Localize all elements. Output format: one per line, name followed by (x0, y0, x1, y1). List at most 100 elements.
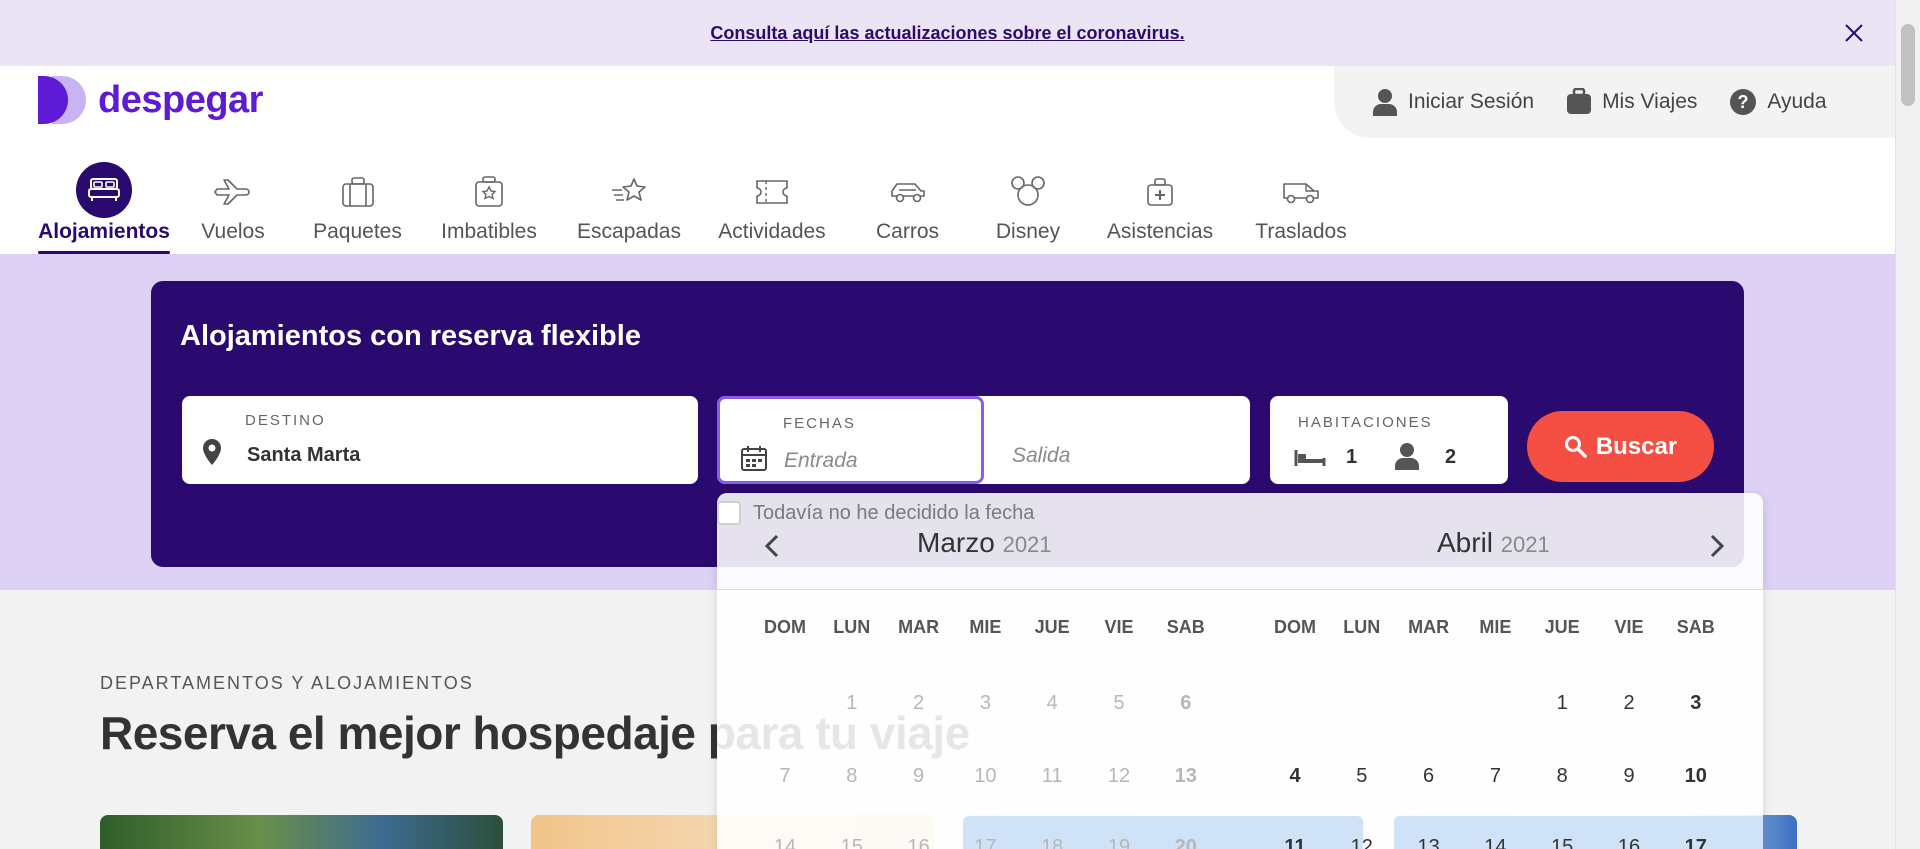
calendar-day[interactable]: 2 (1599, 692, 1659, 715)
checkout-input[interactable]: Salida (1012, 444, 1070, 468)
guests-count: 2 (1445, 446, 1457, 468)
tab-traslados[interactable]: Traslados (1234, 158, 1368, 254)
calendar-day[interactable]: 13 (1399, 836, 1459, 849)
active-tab-circle (76, 162, 132, 218)
calendar-day: 12 (1107, 765, 1131, 787)
calendar-day[interactable]: 5 (1332, 765, 1392, 788)
car-icon (890, 183, 925, 203)
search-button[interactable]: Buscar (1527, 411, 1714, 482)
section-kicker: DEPARTAMENTOS Y ALOJAMIENTOS (100, 673, 474, 693)
tab-escapadas[interactable]: Escapadas (559, 158, 699, 254)
help-icon: ? (1730, 89, 1757, 115)
calendar-day: 14 (773, 836, 797, 849)
chevron-right-icon[interactable] (1702, 531, 1732, 561)
calendar-day[interactable]: 17 (1666, 836, 1726, 849)
calendar-day: 15 (840, 836, 863, 849)
search-button-label: Buscar (1595, 432, 1678, 460)
tab-label: Escapadas (577, 220, 681, 243)
weekday-header: MAR (898, 617, 940, 637)
tab-label: Vuelos (201, 220, 265, 243)
weekday-header: DOM (764, 617, 806, 637)
tab-asistencias[interactable]: Asistencias (1086, 158, 1234, 254)
calendar-day: 5 (1113, 692, 1125, 714)
tab-carros[interactable]: Carros (845, 158, 970, 254)
month-title-2: Abril 2021 (1437, 527, 1550, 559)
calendar-day: 4 (1046, 692, 1058, 714)
dates-label: FECHAS (783, 415, 856, 432)
logo-text: despegar (98, 78, 263, 121)
calendar-day[interactable]: 6 (1399, 765, 1459, 788)
tab-vuelos[interactable]: Vuelos (170, 158, 296, 254)
help-link[interactable]: ? Ayuda (1729, 88, 1827, 116)
calendar-day: 13 (1174, 765, 1197, 787)
luggage-icon (1567, 88, 1592, 114)
my-trips-link[interactable]: Mis Viajes (1566, 88, 1697, 116)
weekday-header: JUE (1034, 617, 1070, 637)
property-card-image[interactable] (100, 815, 503, 849)
checkin-input[interactable]: FECHAS Entrada (717, 396, 984, 484)
page-scrollbar[interactable] (1895, 0, 1920, 849)
dates-field: FECHAS Entrada Salida (717, 396, 1250, 484)
tab-imbatibles[interactable]: Imbatibles (419, 158, 559, 254)
undecided-checkbox[interactable] (717, 501, 741, 525)
calendar-day: 17 (974, 836, 997, 849)
calendar-day: 3 (979, 692, 991, 714)
calendar-day[interactable]: 9 (1599, 765, 1659, 788)
weekday-header: DOM (1274, 617, 1316, 637)
search-icon (1564, 435, 1587, 458)
calendar-day[interactable]: 10 (1666, 765, 1726, 788)
calendar-day[interactable]: 1 (1532, 692, 1592, 715)
month-title-1: Marzo 2021 (917, 527, 1052, 559)
tab-disney[interactable]: Disney (970, 158, 1086, 254)
scrollbar-thumb[interactable] (1901, 24, 1915, 106)
checkin-placeholder: Entrada (784, 449, 858, 472)
close-icon[interactable] (1841, 20, 1867, 46)
coronavirus-updates-link[interactable]: Consulta aquí las actualizaciones sobre … (710, 23, 1184, 44)
undecided-label: Todavía no he decidido la fecha (753, 501, 1035, 524)
month-name: Abril (1437, 527, 1494, 558)
destination-field[interactable]: DESTINO Santa Marta (182, 396, 698, 484)
calendar-day: 16 (907, 836, 930, 849)
login-link[interactable]: Iniciar Sesión (1372, 88, 1534, 116)
tab-actividades[interactable]: Actividades (699, 158, 845, 254)
calendar-icon (741, 446, 767, 471)
undecided-date-option[interactable]: Todavía no he decidido la fecha (717, 501, 1034, 525)
weekday-header: VIE (1104, 617, 1134, 637)
announcement-banner: Consulta aquí las actualizaciones sobre … (0, 0, 1895, 66)
calendar-day[interactable]: 4 (1265, 765, 1325, 788)
tab-alojamientos[interactable]: Alojamientos (38, 158, 170, 254)
month-year: 2021 (1500, 532, 1550, 557)
person-icon (1395, 443, 1419, 470)
calendar-day[interactable]: 8 (1532, 765, 1592, 788)
calendar-day: 19 (1107, 836, 1131, 849)
tab-paquetes[interactable]: Paquetes (296, 158, 419, 254)
plane-icon (214, 179, 250, 205)
site-header: despegar Iniciar Sesión Mis Viajes ? Ayu… (0, 66, 1895, 254)
calendar-day: 7 (779, 765, 791, 787)
calendar-day: 8 (846, 765, 858, 787)
calendar-day[interactable]: 7 (1465, 765, 1525, 788)
calendar-day[interactable]: 11 (1265, 836, 1325, 849)
weekday-header: LUN (833, 617, 871, 637)
calendar-day[interactable]: 3 (1666, 692, 1726, 715)
destination-value: Santa Marta (247, 444, 361, 466)
user-menu: Iniciar Sesión Mis Viajes ? Ayuda (1334, 66, 1895, 138)
mickey-icon (1011, 176, 1045, 206)
star-luggage-icon (475, 176, 503, 207)
rooms-guests-field[interactable]: HABITACIONES 1 2 (1270, 396, 1508, 484)
tab-label: Imbatibles (441, 220, 537, 243)
calendar-day: 20 (1174, 836, 1197, 849)
rooms-count: 1 (1346, 446, 1358, 468)
calendar-day[interactable]: 16 (1599, 836, 1659, 849)
bed-icon (1294, 450, 1326, 466)
tab-label: Paquetes (313, 220, 402, 243)
weekday-header: JUE (1544, 617, 1580, 637)
date-picker: Todavía no he decidido la fecha Marzo 20… (717, 493, 1763, 849)
calendar-day[interactable]: 15 (1532, 836, 1592, 849)
tab-label: Carros (875, 220, 939, 243)
calendar-day[interactable]: 12 (1332, 836, 1392, 849)
chevron-left-icon[interactable] (757, 531, 787, 561)
calendar-day[interactable]: 14 (1465, 836, 1525, 849)
despegar-logo[interactable]: despegar (38, 76, 263, 124)
weekday-header: SAB (1676, 617, 1715, 637)
